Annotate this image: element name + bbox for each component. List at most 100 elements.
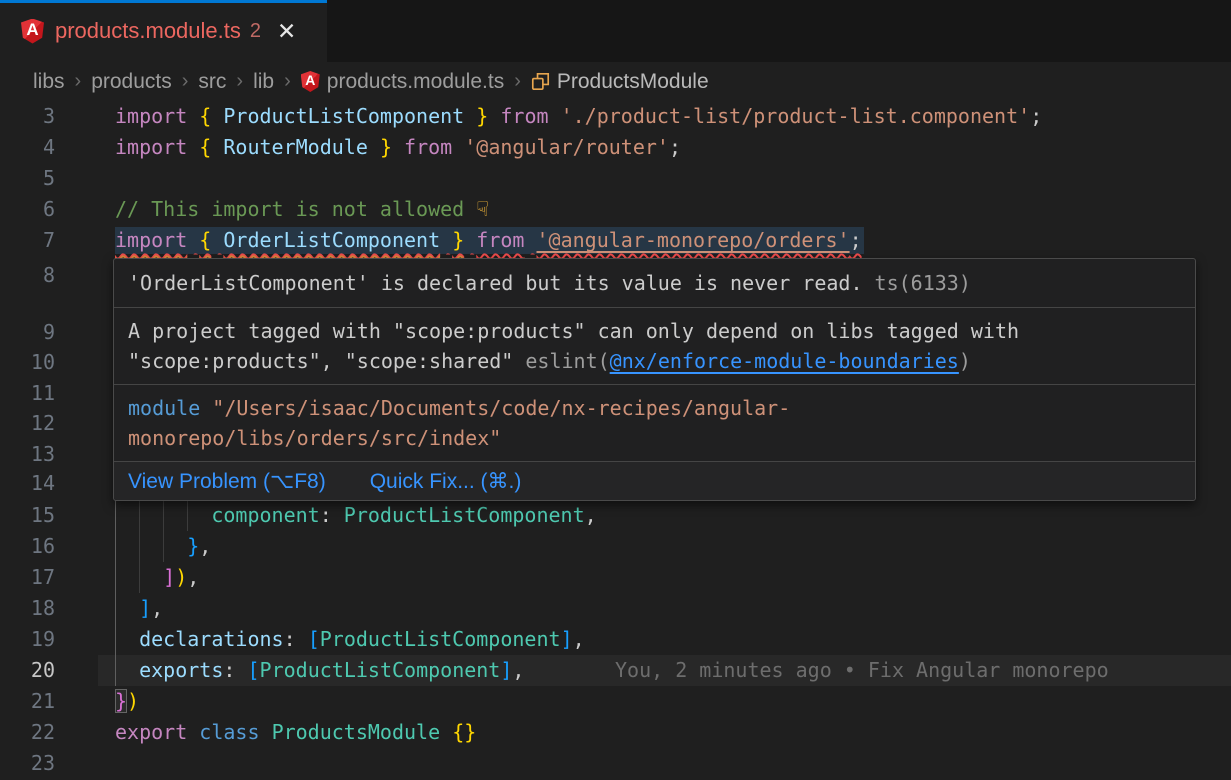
token: ProductListComponent: [223, 104, 464, 128]
token: [452, 135, 464, 159]
token: ProductListComponent: [320, 627, 561, 651]
hover-text: module: [128, 396, 200, 420]
code-line-19[interactable]: 19 declarations: [ProductListComponent],: [0, 624, 1231, 655]
line-number: 4: [0, 132, 55, 163]
token: declarations: [139, 627, 284, 651]
code-line-18[interactable]: 18 ],: [0, 593, 1231, 624]
chevron-right-icon: ›: [236, 70, 243, 93]
breadcrumb-item-lib[interactable]: lib: [253, 70, 274, 94]
token: [464, 104, 476, 128]
token: '@angular/router': [464, 135, 669, 159]
token: ;: [850, 228, 862, 252]
token: [187, 720, 199, 744]
line-number: 18: [0, 593, 55, 624]
token: :: [284, 627, 308, 651]
code-line-23[interactable]: 23: [0, 748, 1231, 779]
line-number: 15: [0, 500, 55, 531]
code-line-5[interactable]: 5: [0, 163, 1231, 194]
token: [115, 565, 163, 589]
tab-bar: A products.module.ts 2 ✕: [0, 0, 1231, 62]
breadcrumb-label: src: [198, 70, 226, 94]
code-text: // This import is not allowed ☟: [115, 194, 489, 225]
breadcrumb: libs › products › src › lib › Aproducts.module.t…: [0, 62, 1231, 101]
token: ;: [1030, 104, 1042, 128]
breadcrumb-item-src[interactable]: src: [198, 70, 226, 94]
tab-duplicate-badge: 2: [250, 20, 261, 43]
quick-fix-action[interactable]: Quick Fix... (⌘.): [370, 469, 522, 494]
token: {: [199, 228, 211, 252]
hover-message-2: A project tagged with "scope:products" c…: [114, 308, 1195, 385]
token: [211, 104, 223, 128]
token: '@angular-monorepo/orders': [537, 228, 850, 252]
line-number: 6: [0, 194, 55, 225]
chevron-right-icon: ›: [75, 70, 82, 93]
token: import: [115, 135, 187, 159]
code-line-6[interactable]: 6 // This import is not allowed ☟: [0, 194, 1231, 225]
breadcrumb-item-productsmodule[interactable]: ProductsModule: [531, 70, 709, 94]
breadcrumb-label: lib: [253, 70, 274, 94]
token: component: [211, 503, 319, 527]
line-number: 22: [0, 717, 55, 748]
code-line-16[interactable]: 16 },: [0, 531, 1231, 562]
problem-hover-popup: 'OrderListComponent' is declared but its…: [113, 258, 1196, 501]
line-number: 5: [0, 163, 55, 194]
breadcrumb-item-libs[interactable]: libs: [33, 70, 65, 94]
breadcrumb-label: products: [91, 70, 172, 94]
token: ): [127, 689, 139, 713]
view-problem-action[interactable]: View Problem (⌥F8): [128, 469, 326, 494]
code-editor[interactable]: 3import { ProductListComponent } from '.…: [0, 101, 1231, 780]
angular-file-icon: A: [301, 71, 320, 92]
token: ,: [187, 565, 199, 589]
eslint-rule-link[interactable]: @nx/enforce-module-boundaries: [610, 349, 959, 373]
hover-text: eslint(: [525, 349, 609, 373]
token: [524, 228, 536, 252]
tab-label: products.module.ts: [55, 18, 241, 44]
line-number: 16: [0, 531, 55, 562]
line-number: 9: [0, 317, 55, 348]
tab-products-module-ts[interactable]: A products.module.ts 2 ✕: [0, 0, 327, 62]
token: [187, 135, 199, 159]
token: export: [115, 720, 187, 744]
token: {: [199, 104, 211, 128]
code-line-20[interactable]: 20 exports: [ProductListComponent],You, …: [0, 655, 1231, 686]
token: [115, 503, 211, 527]
hover-message-3: module "/Users/isaac/Documents/code/nx-r…: [114, 385, 1195, 462]
token: from: [476, 228, 524, 252]
token: ]: [163, 565, 175, 589]
code-line-15[interactable]: 15 component: ProductListComponent,: [0, 500, 1231, 531]
token: ,: [512, 658, 524, 682]
token: [488, 104, 500, 128]
chevron-right-icon: ›: [182, 70, 189, 93]
token: }: [452, 228, 464, 252]
token: {}: [452, 720, 476, 744]
code-text: export class ProductsModule {}: [115, 717, 476, 748]
line-number: 20: [0, 655, 55, 686]
token: [187, 228, 199, 252]
token: ,: [199, 534, 211, 558]
code-line-17[interactable]: 17 ]),: [0, 562, 1231, 593]
code-line-3[interactable]: 3import { ProductListComponent } from '.…: [0, 101, 1231, 132]
token: [115, 627, 139, 651]
token: ProductListComponent: [260, 658, 501, 682]
chevron-right-icon: ›: [284, 70, 291, 93]
hover-text: ): [959, 349, 971, 373]
token: [368, 135, 380, 159]
code-line-21[interactable]: 21}): [0, 686, 1231, 717]
token: }: [380, 135, 392, 159]
breadcrumb-item-products-module-ts[interactable]: Aproducts.module.ts: [301, 70, 504, 94]
tab-close-icon[interactable]: ✕: [277, 20, 296, 43]
breadcrumb-item-products[interactable]: products: [91, 70, 172, 94]
token: exports: [139, 658, 223, 682]
code-text: import { RouterModule } from '@angular/r…: [115, 132, 681, 163]
token: [115, 596, 139, 620]
token: [: [308, 627, 320, 651]
code-line-7[interactable]: 7import { OrderListComponent } from '@an…: [0, 225, 1231, 256]
token: [115, 658, 139, 682]
token: ProductListComponent: [344, 503, 585, 527]
code-line-22[interactable]: 22 export class ProductsModule {}: [0, 717, 1231, 748]
token: [440, 720, 452, 744]
code-line-4[interactable]: 4 import { RouterModule } from '@angular/…: [0, 132, 1231, 163]
token: ]: [500, 658, 512, 682]
line-number: 23: [0, 748, 55, 779]
hover-text: "/Users/isaac/Documents/code/nx-recipes/…: [200, 396, 790, 420]
